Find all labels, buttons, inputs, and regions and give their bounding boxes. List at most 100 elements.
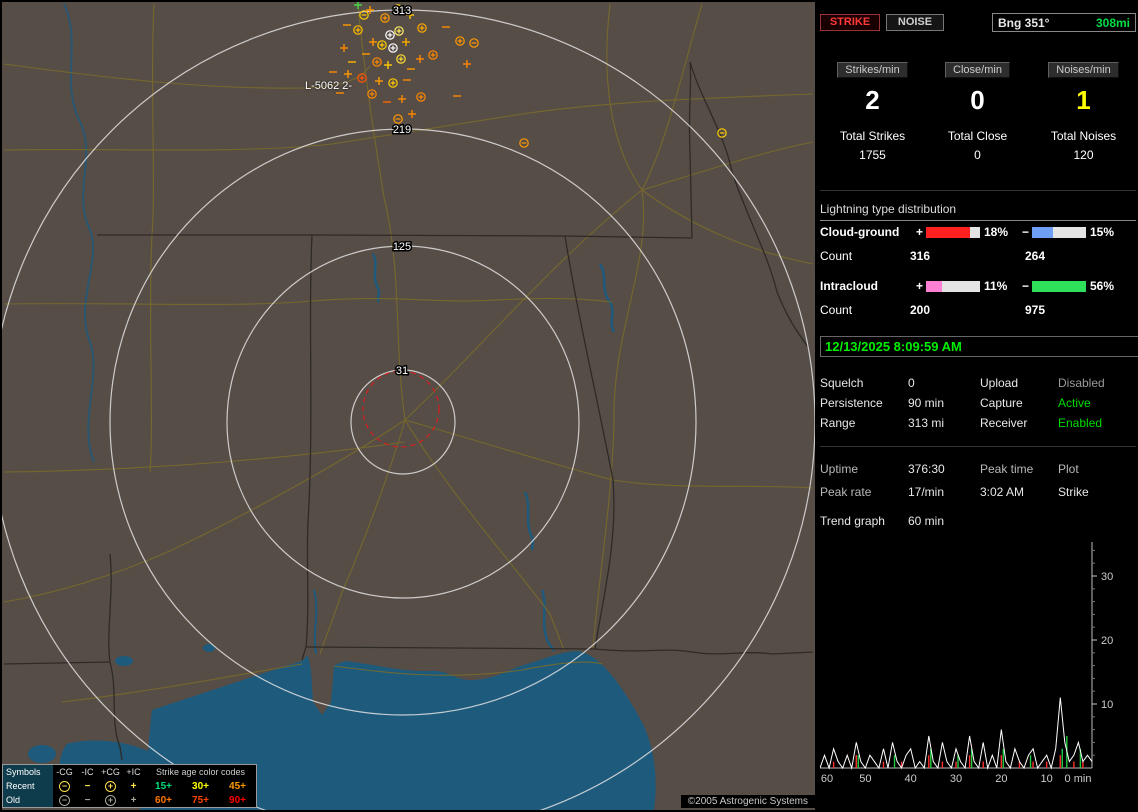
range-ring-label: 31: [396, 365, 408, 377]
capture-label: Capture: [980, 396, 1023, 410]
squelch-value: 0: [908, 376, 915, 390]
capture-value: Active: [1058, 396, 1091, 410]
noises-per-min-chip[interactable]: Noises/min: [1031, 62, 1136, 78]
strikes-per-min-chip[interactable]: Strikes/min: [820, 62, 925, 78]
map-legend: Symbols -CG -IC +CG +IC Strike age color…: [2, 764, 257, 808]
peak-time-value: 3:02 AM: [980, 485, 1025, 499]
datetime-display: 12/13/2025 8:09:59 AM: [820, 336, 1138, 357]
legend-old-label: Old: [3, 793, 53, 807]
legend-col-ncg: -CG: [56, 767, 73, 777]
status-row-2: Peak rate 17/min 3:02 AM Strike: [820, 485, 1136, 503]
intracloud-row: Intracloud + 11% − 56%: [820, 279, 1136, 295]
range-label: Range: [820, 416, 856, 430]
trend-header: Trend graph 60 min: [820, 514, 1136, 532]
uptime-value: 376:30: [908, 462, 945, 476]
total-strikes-label: Total Strikes: [839, 129, 906, 143]
plus-icon: +: [130, 780, 137, 792]
cg-minus-percent: 15%: [1090, 225, 1115, 239]
total-noises-value: 120: [1073, 148, 1094, 162]
plus-sign: +: [916, 279, 924, 293]
range-value: 313 mi: [908, 416, 945, 430]
range-ring-label: 313: [393, 5, 411, 17]
persistence-label: Persistence: [820, 396, 883, 410]
cg-plus-bar: [926, 227, 980, 238]
age-15: 15+: [155, 780, 172, 792]
legend-col-nic: -IC: [81, 767, 94, 777]
minus-icon: −: [84, 780, 91, 792]
range-ring-label: 219: [393, 124, 411, 136]
minus-sign: −: [1022, 225, 1030, 239]
minus-sign: −: [1022, 279, 1030, 293]
bearing-value: Bng 351°: [998, 15, 1050, 30]
settings-row-3: Range 313 mi Receiver Enabled: [820, 416, 1136, 434]
legend-recent-label: Recent: [3, 779, 53, 793]
ic-minus-count: 975: [1025, 303, 1046, 317]
noise-button[interactable]: NOISE: [886, 14, 944, 31]
close-per-min-value: 0: [970, 85, 985, 115]
legend-old-row: Old − − + + 60+ 75+ 90+: [3, 793, 256, 807]
cg-plus-count: 316: [910, 249, 931, 263]
divider: [820, 446, 1136, 447]
divider: [820, 190, 1136, 191]
receiver-label: Receiver: [980, 416, 1028, 430]
circle-plus-icon: +: [105, 780, 116, 792]
peak-rate-value: 17/min: [908, 485, 945, 499]
uptime-label: Uptime: [820, 462, 859, 476]
age-45: 45+: [229, 780, 246, 792]
trend-window-value: 60 min: [908, 514, 945, 528]
upload-value: Disabled: [1058, 376, 1105, 390]
map-canvas[interactable]: 313 219 125 31: [2, 2, 815, 810]
persistence-value: 90 min: [908, 396, 945, 410]
total-noises-label: Total Noises: [1050, 129, 1117, 143]
x-tick-label: 20: [995, 773, 1007, 785]
cg-minus-count: 264: [1025, 249, 1046, 263]
legend-recent-row: Recent − − + + 15+ 30+ 45+: [3, 779, 256, 793]
ic-plus-count: 200: [910, 303, 931, 317]
total-close-value: 0: [974, 148, 981, 162]
plus-sign: +: [916, 225, 924, 239]
trend-graph: 10 20 30 60 50 40 30 20 10 0 min: [820, 542, 1113, 785]
total-close-label: Total Close: [947, 129, 1008, 143]
legend-symbols-header: Symbols: [3, 765, 53, 779]
plot-label: Plot: [1058, 462, 1079, 476]
cg-plus-percent: 18%: [984, 225, 1009, 239]
legend-col-pcg: +CG: [101, 767, 120, 777]
age-60: 60+: [155, 794, 172, 806]
legend-header-row: Symbols -CG -IC +CG +IC Strike age color…: [3, 765, 256, 779]
age-75: 75+: [192, 794, 209, 806]
cloud-ground-label: Cloud-ground: [820, 225, 900, 239]
x-tick-label: 0 min: [1065, 773, 1092, 785]
x-tick-label: 10: [1041, 773, 1053, 785]
status-panel: STRIKE NOISE Bng 351° 308mi Strikes/min …: [820, 0, 1138, 812]
age-30: 30+: [192, 780, 209, 792]
bearing-distance: 308mi: [1095, 15, 1130, 30]
circle-minus-icon: −: [59, 794, 70, 806]
x-tick-label: 60: [821, 773, 833, 785]
ic-plus-percent: 11%: [984, 279, 1008, 293]
station-label: L-5062 2-: [305, 80, 353, 92]
minus-icon: −: [84, 794, 91, 806]
ic-minus-bar: [1032, 281, 1086, 292]
circle-minus-icon: −: [59, 780, 70, 792]
strike-rate-line: [820, 697, 1093, 770]
intracloud-count-row: Count 200 975: [820, 303, 1136, 319]
strikes-per-min-value: 2: [865, 85, 880, 115]
strike-button[interactable]: STRIKE: [820, 14, 880, 31]
x-tick-label: 40: [905, 773, 917, 785]
legend-age-header: Strike age color codes: [155, 767, 246, 777]
count-label: Count: [820, 249, 853, 263]
receiver-value: Enabled: [1058, 416, 1103, 430]
x-tick-label: 30: [950, 773, 962, 785]
distribution-title: Lightning type distribution: [820, 202, 1136, 221]
y-tick-label: 10: [1101, 699, 1113, 711]
radar-map[interactable]: 313 219 125 31 L-5062 2- Symbols -CG -IC +C…: [2, 2, 815, 810]
close-per-min-chip[interactable]: Close/min: [925, 62, 1030, 78]
status-row-1: Uptime 376:30 Peak time Plot: [820, 462, 1136, 480]
peak-rate-label: Peak rate: [820, 485, 872, 499]
copyright: ©2005 Astrogenic Systems: [680, 795, 815, 808]
y-tick-label: 20: [1101, 635, 1113, 647]
plot-value: Strike: [1058, 485, 1089, 499]
range-ring-label: 125: [393, 241, 411, 253]
squelch-label: Squelch: [820, 376, 864, 390]
total-strikes-value: 1755: [859, 148, 886, 162]
